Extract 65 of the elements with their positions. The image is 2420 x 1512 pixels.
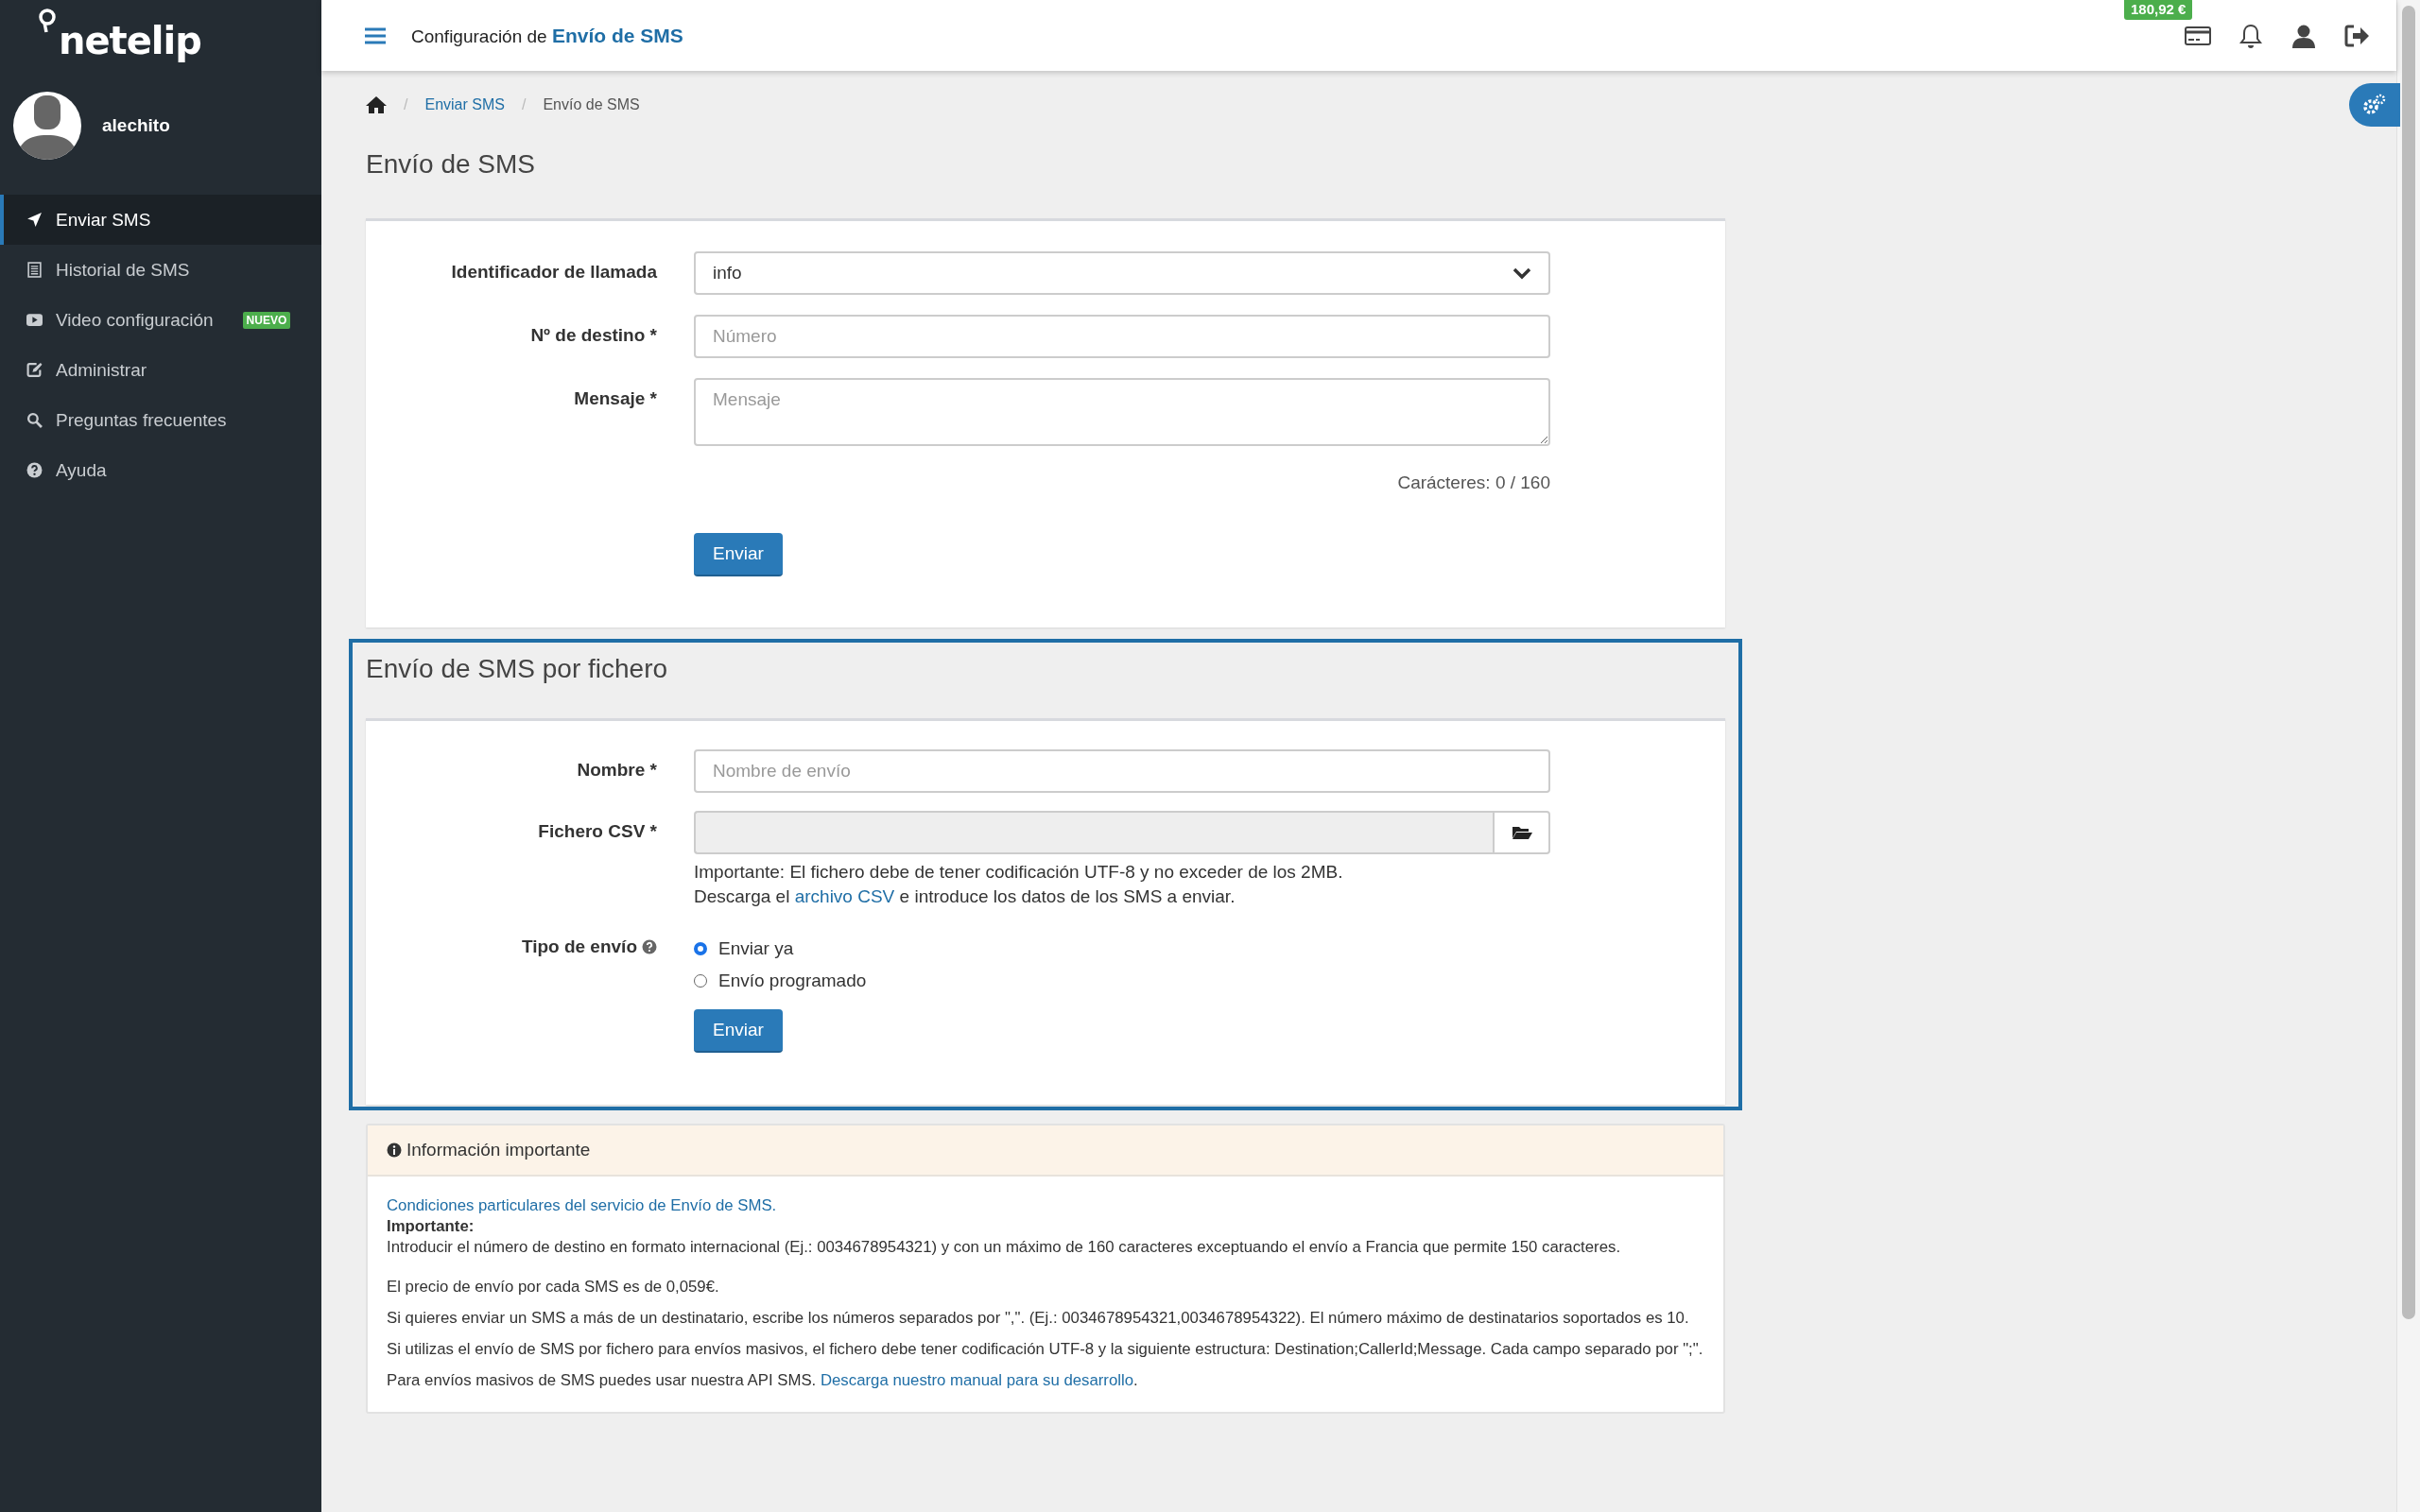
menu-icon[interactable] <box>365 26 386 44</box>
bell-icon[interactable] <box>2238 22 2264 49</box>
info-icon <box>387 1143 402 1158</box>
file-field[interactable] <box>694 811 1493 854</box>
important-label: Importante: <box>387 1216 475 1237</box>
info-text: Para envíos masivos de SMS puedes usar nuestra API SMS. Descarga nuestro manual para su desarrollo. <box>387 1370 1139 1391</box>
gears-icon <box>2362 93 2387 117</box>
help-icon <box>642 939 657 954</box>
message-field[interactable]: Mensaje <box>694 378 1550 446</box>
radio-button[interactable] <box>694 974 707 988</box>
sidebar-item[interactable]: Historial de SMS <box>0 245 321 295</box>
send-icon <box>26 212 43 228</box>
breadcrumb-separator: / <box>521 96 527 113</box>
sidebar-item[interactable]: Administrar <box>0 345 321 395</box>
field-label: Tipo de envío <box>521 936 637 957</box>
page-title: Envío de SMS <box>366 148 536 180</box>
input-field[interactable]: Nombre de envío <box>694 749 1550 793</box>
manual-link[interactable]: Descarga nuestro manual para su desarrollo <box>820 1371 1134 1389</box>
input-field[interactable]: Número <box>694 315 1550 358</box>
browse-button[interactable] <box>1493 811 1550 854</box>
info-text: El precio de envío por cada SMS es de 0,059€. <box>387 1277 720 1297</box>
page-heading: Configuración de Envío de SMS <box>411 24 683 47</box>
search-icon <box>26 412 43 428</box>
new-badge: NUEVO <box>242 311 291 329</box>
conditions-link[interactable]: Condiciones particulares del servicio de Envío de SMS. <box>387 1196 777 1214</box>
character-counter: Carácteres: 0 / 160 <box>1396 472 1550 494</box>
user-name: alechito <box>102 115 170 136</box>
info-text: Introducir el número de destino en formato internacional (Ej.: 0034678954321) y con un máximo de 160 caracteres exceptuando el envío a Francia que permite 150 caracteres. <box>387 1237 1622 1258</box>
select-field[interactable]: info <box>694 251 1550 295</box>
field-label: Nombre * <box>577 760 657 781</box>
radio-button[interactable] <box>694 942 707 955</box>
edit-icon <box>26 362 43 378</box>
info-text: Si quieres enviar un SMS a más de un destinatario, escribe los números separados por ",". (Ej.: 0034678954321,0034678954322). El número máximo de destinatarios soportados es 10. <box>387 1308 1690 1329</box>
video-icon <box>26 312 43 328</box>
scrollbar[interactable] <box>2402 6 2415 1319</box>
section-title: Envío de SMS por fichero <box>366 653 669 685</box>
balance-badge: 180,92 € <box>2124 0 2193 20</box>
sidebar-item[interactable]: Enviar SMS <box>0 195 321 245</box>
settings-button[interactable] <box>2349 83 2400 127</box>
sidebar-item[interactable]: Preguntas frecuentes <box>0 395 321 445</box>
home-icon[interactable] <box>366 95 387 114</box>
panel-title: Información importante <box>406 1140 591 1160</box>
help-icon <box>26 462 43 478</box>
sidebar-item[interactable]: Video configuración NUEVO <box>0 295 321 345</box>
field-label: Mensaje * <box>574 388 657 409</box>
radio-label[interactable]: Enviar ya <box>718 938 794 959</box>
avatar-icon <box>13 92 81 160</box>
caret-down-icon <box>1512 266 1531 280</box>
field-label: Fichero CSV * <box>538 821 657 842</box>
list-icon <box>26 262 43 278</box>
csv-link[interactable]: archivo CSV <box>794 886 895 906</box>
send-button[interactable]: Enviar <box>694 533 783 576</box>
sidebar-item[interactable]: Ayuda <box>0 445 321 495</box>
field-label: Identificador de llamada <box>451 262 657 283</box>
breadcrumb-link[interactable]: Enviar SMS <box>424 96 505 113</box>
help-text: Descarga el archivo CSV e introduce los datos de los SMS a enviar. <box>694 885 1236 908</box>
logo-text: netelip <box>59 19 201 62</box>
field-label: Nº de destino * <box>530 325 657 346</box>
breadcrumb-current: Envío de SMS <box>543 96 640 113</box>
help-text: Importante: El fichero debe de tener codificación UTF-8 y no exceder de los 2MB. <box>694 861 1344 884</box>
info-text: Si utilizas el envío de SMS por fichero para envíos masivos, el fichero debe tener codificación UTF-8 y la siguiente estructura: Destination;CallerId;Message. Cada campo separado por ";". <box>387 1339 1704 1360</box>
folder-icon <box>1511 825 1532 840</box>
breadcrumb-separator: / <box>404 96 408 113</box>
radio-label[interactable]: Envío programado <box>718 971 867 991</box>
send-button[interactable]: Enviar <box>694 1009 783 1053</box>
